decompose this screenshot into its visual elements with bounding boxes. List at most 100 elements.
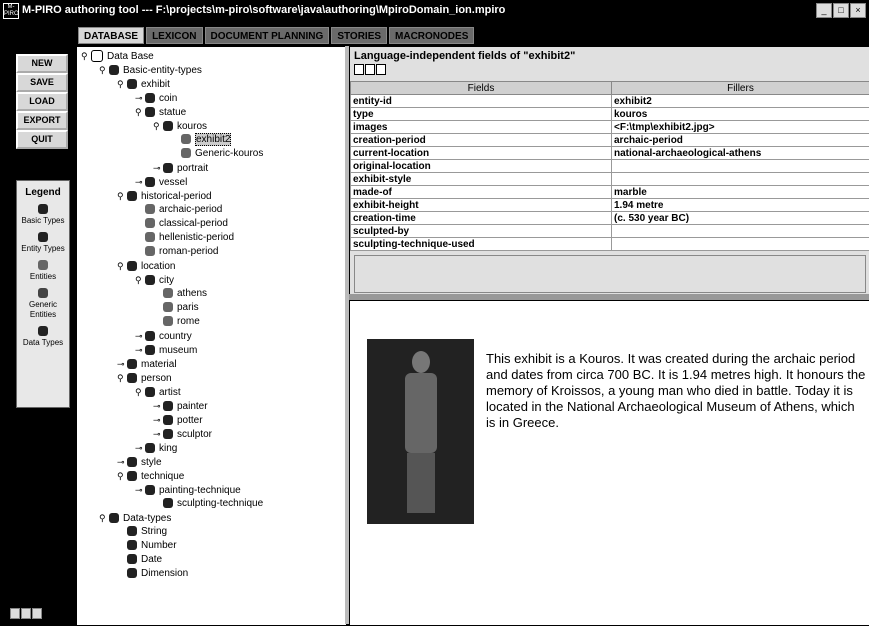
table-row[interactable]: current-location national-archaeological-… (350, 146, 869, 160)
tab-database[interactable]: DATABASE (78, 27, 145, 44)
tree-node-kouros[interactable]: ⚲ kouros (153, 119, 207, 133)
tree-node-coin[interactable]: ⊸ coin (135, 91, 177, 105)
expand-icon[interactable]: ⊸ (153, 413, 163, 427)
tree-node-sculptor[interactable]: ⊸ sculptor (153, 427, 212, 441)
tree-node-painter[interactable]: ⊸ painter (153, 399, 208, 413)
tab-document-planning[interactable]: DOCUMENT PLANNING (204, 27, 330, 44)
tab-macronodes[interactable]: MACRONODES (389, 27, 475, 44)
tree-node-string[interactable]: String (117, 525, 167, 539)
expand-icon[interactable]: ⊸ (153, 399, 163, 413)
expand-icon[interactable]: ⊸ (135, 329, 145, 343)
collapse-icon[interactable]: ⚲ (117, 259, 127, 273)
expand-icon[interactable]: ⊸ (153, 427, 163, 441)
field-filler[interactable]: exhibit2 (611, 94, 869, 108)
expand-icon[interactable]: ⊸ (117, 455, 127, 469)
table-row[interactable]: exhibit-style (350, 172, 869, 186)
field-filler[interactable] (611, 224, 869, 238)
collapse-icon[interactable]: ⚲ (117, 371, 127, 385)
tree-node-classical-period[interactable]: classical-period (135, 217, 228, 231)
expand-icon[interactable]: ⊸ (135, 343, 145, 357)
tree-node-data-base[interactable]: ⚲ Data Base (81, 49, 154, 63)
expand-icon[interactable]: ⊸ (153, 161, 163, 175)
view-icon[interactable] (365, 64, 375, 75)
table-row[interactable]: sculpted-by (350, 224, 869, 238)
minimize-button[interactable]: _ (816, 3, 832, 18)
tree-node-sculpting-technique[interactable]: sculpting-technique (153, 497, 263, 511)
tree-node-data-types[interactable]: ⚲ Data-types (99, 511, 171, 525)
table-row[interactable]: entity-id exhibit2 (350, 94, 869, 108)
table-row[interactable]: original-location (350, 159, 869, 173)
export-button[interactable]: EXPORT (16, 111, 68, 130)
tree-node-person[interactable]: ⚲ person (117, 371, 172, 385)
tree-node-statue[interactable]: ⚲ statue (135, 105, 186, 119)
collapse-icon[interactable]: ⚲ (117, 77, 127, 91)
tree-node-king[interactable]: ⊸ king (135, 441, 177, 455)
tree-node-paris[interactable]: paris (153, 301, 199, 315)
tree-node-vessel[interactable]: ⊸ vessel (135, 175, 187, 189)
collapse-icon[interactable]: ⚲ (117, 469, 127, 483)
collapse-icon[interactable]: ⚲ (81, 49, 91, 63)
table-row[interactable]: images <F:\tmp\exhibit2.jpg> (350, 120, 869, 134)
table-row[interactable]: creation-period archaic-period (350, 133, 869, 147)
tree-node-technique[interactable]: ⚲ technique (117, 469, 184, 483)
maximize-button[interactable]: □ (833, 3, 849, 18)
tree-node-artist[interactable]: ⚲ artist (135, 385, 181, 399)
tree-node-archaic-period[interactable]: archaic-period (135, 203, 222, 217)
table-row[interactable]: sculpting-technique-used (350, 237, 869, 251)
tree-node-generic-kouros[interactable]: Generic-kouros (171, 147, 263, 161)
expand-icon[interactable]: ⊸ (135, 441, 145, 455)
expand-icon[interactable]: ⊸ (135, 91, 145, 105)
table-row[interactable]: exhibit-height 1.94 metre (350, 198, 869, 212)
tree-node-roman-period[interactable]: roman-period (135, 245, 218, 259)
load-button[interactable]: LOAD (16, 92, 68, 111)
tree-node-potter[interactable]: ⊸ potter (153, 413, 203, 427)
table-row[interactable]: creation-time (c. 530 year BC) (350, 211, 869, 225)
tree-node-basic-entity-types[interactable]: ⚲ Basic-entity-types (99, 63, 202, 77)
field-filler[interactable]: 1.94 metre (611, 198, 869, 212)
collapse-icon[interactable]: ⚲ (135, 105, 145, 119)
field-filler[interactable]: national-archaeological-athens (611, 146, 869, 160)
field-filler[interactable]: (c. 530 year BC) (611, 211, 869, 225)
collapse-icon[interactable]: ⚲ (135, 385, 145, 399)
expand-icon[interactable]: ⊸ (135, 175, 145, 189)
collapse-icon[interactable]: ⚲ (117, 189, 127, 203)
tree-node-rome[interactable]: rome (153, 315, 200, 329)
expand-icon[interactable]: ⊸ (135, 483, 145, 497)
tree-node-location[interactable]: ⚲ location (117, 259, 175, 273)
tree-node-country[interactable]: ⊸ country (135, 329, 192, 343)
tree-node-museum[interactable]: ⊸ museum (135, 343, 197, 357)
field-filler[interactable] (611, 172, 869, 186)
new-button[interactable]: NEW (16, 54, 68, 73)
tree-node-date[interactable]: Date (117, 553, 162, 567)
tree-node-exhibit[interactable]: ⚲ exhibit (117, 77, 170, 91)
close-button[interactable]: × (850, 3, 866, 18)
field-filler[interactable] (611, 159, 869, 173)
collapse-icon[interactable]: ⚲ (135, 273, 145, 287)
tree-node-portrait[interactable]: ⊸ portrait (153, 161, 208, 175)
field-filler[interactable]: archaic-period (611, 133, 869, 147)
tab-lexicon[interactable]: LEXICON (146, 27, 203, 44)
tree-node-historical-period[interactable]: ⚲ historical-period (117, 189, 212, 203)
field-filler[interactable]: kouros (611, 107, 869, 121)
quit-button[interactable]: QUIT (16, 130, 68, 149)
tree-node-painting-technique[interactable]: ⊸ painting-technique (135, 483, 241, 497)
field-filler[interactable] (611, 237, 869, 251)
column-header-fields[interactable]: Fields (350, 81, 612, 95)
column-header-fillers[interactable]: Fillers (611, 81, 869, 95)
tree-node-style[interactable]: ⊸ style (117, 455, 162, 469)
tab-stories[interactable]: STORIES (331, 27, 388, 44)
layout-icon[interactable] (32, 608, 42, 619)
expand-icon[interactable]: ⊸ (117, 357, 127, 371)
layout-icon[interactable] (10, 608, 20, 619)
field-filler[interactable]: marble (611, 185, 869, 199)
table-row[interactable]: type kouros (350, 107, 869, 121)
view-icon[interactable] (354, 64, 364, 75)
tree-node-number[interactable]: Number (117, 539, 177, 553)
tree-node-hellenistic-period[interactable]: hellenistic-period (135, 231, 234, 245)
tree-node-material[interactable]: ⊸ material (117, 357, 177, 371)
field-filler[interactable]: <F:\tmp\exhibit2.jpg> (611, 120, 869, 134)
tree-node-dimension[interactable]: Dimension (117, 567, 188, 581)
table-row[interactable]: made-of marble (350, 185, 869, 199)
collapse-icon[interactable]: ⚲ (153, 119, 163, 133)
collapse-icon[interactable]: ⚲ (99, 63, 109, 77)
